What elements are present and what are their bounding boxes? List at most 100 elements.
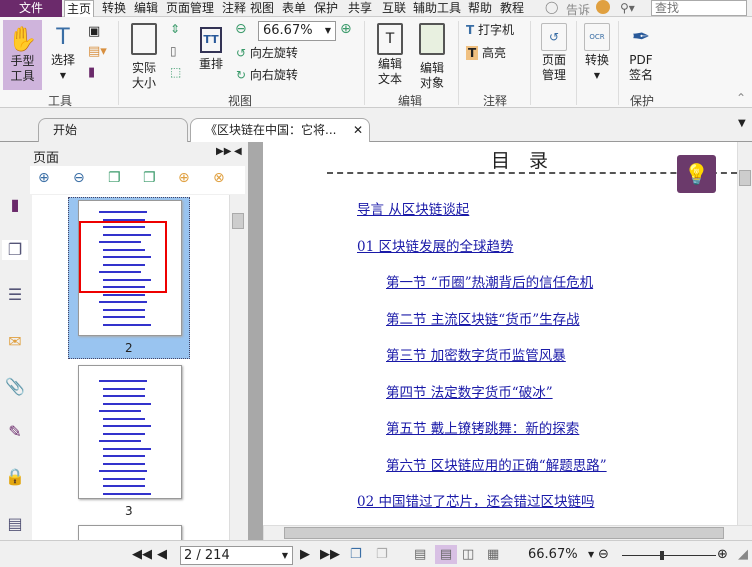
toc-link[interactable]: 01 区块链发展的全球趋势 xyxy=(357,235,513,255)
previous-view-icon[interactable]: ❐ xyxy=(350,545,362,564)
heart-icon[interactable] xyxy=(596,0,610,14)
zoom-in-icon[interactable]: ⊕ xyxy=(340,22,352,37)
bookmarks-icon[interactable]: ▮ xyxy=(5,195,25,215)
fields-icon[interactable]: ▤ xyxy=(5,514,25,534)
find-options-icon[interactable]: ⚲▾ xyxy=(620,1,635,15)
thumbnail-page-3[interactable] xyxy=(78,365,182,499)
document-horizontal-scrollbar[interactable] xyxy=(263,525,752,540)
fit-height-icon[interactable]: ⇕ xyxy=(170,22,180,37)
collapse-ribbon-icon[interactable]: ⌃ xyxy=(736,91,746,106)
thumbnail-text-line xyxy=(99,470,147,472)
zoom-out-icon[interactable]: ⊖ xyxy=(598,545,609,564)
toc-link[interactable]: 第二节 主流区块链“货币”生存战 xyxy=(386,308,580,328)
menu-item[interactable]: 主页 xyxy=(64,0,95,18)
reflow-button[interactable]: TT 重排 xyxy=(196,27,226,72)
rotate-right-button[interactable]: ↻ 向右旋转 xyxy=(236,68,298,83)
next-page-icon[interactable]: ▶ xyxy=(300,545,310,564)
tab-start[interactable]: 开始 xyxy=(38,118,188,142)
toc-link[interactable]: 导言 从区块链谈起 xyxy=(357,198,469,218)
menu-item[interactable]: 共享 xyxy=(346,0,374,17)
toc-link[interactable]: 02 中国错过了芯片，还会错过区块链吗 xyxy=(357,490,594,510)
toc-link[interactable]: 第一节 “币圈”热潮背后的信任危机 xyxy=(386,271,593,291)
convert-button[interactable]: OCR 转换 ▼ xyxy=(580,23,614,83)
layers-icon[interactable]: ☰ xyxy=(5,285,25,305)
security-lock-icon[interactable]: 🔒 xyxy=(5,467,25,487)
zoom-dropdown-icon[interactable]: ▼ xyxy=(588,545,594,564)
menu-item[interactable]: 互联 xyxy=(380,0,408,17)
menu-item[interactable]: 页面管理 xyxy=(164,0,216,17)
menu-item[interactable]: 转换 xyxy=(100,0,128,17)
zoom-level[interactable]: 66.67% xyxy=(528,545,578,564)
shrink-thumbnail-icon[interactable]: ⊖ xyxy=(73,170,85,186)
hand-tool-button[interactable]: ✋ 手型 工具 xyxy=(3,20,42,90)
toc-link[interactable]: 第五节 戴上镣铐跳舞：新的探索 xyxy=(386,417,579,437)
collapse-panel-icon[interactable]: ◀ xyxy=(234,146,242,157)
thumbnail-text-line xyxy=(103,447,151,450)
menu-item[interactable]: 保护 xyxy=(312,0,340,17)
single-page-icon[interactable]: ▤ xyxy=(414,545,426,564)
zoom-out-icon[interactable]: ⊖ xyxy=(235,22,247,37)
toc-link[interactable]: 第四节 法定数字货币“破冰” xyxy=(386,381,553,401)
replace-page-icon[interactable]: ❐ xyxy=(143,170,156,186)
expand-panel-icon[interactable]: ▶▶ xyxy=(216,146,231,157)
fit-page-icon[interactable]: ⬚ xyxy=(170,65,181,80)
rotate-left-button[interactable]: ↺ 向左旋转 xyxy=(236,46,298,61)
smart-tip-button[interactable]: 💡 xyxy=(677,155,716,193)
previous-page-icon[interactable]: ◀ xyxy=(157,545,167,564)
edit-text-button[interactable]: T 编辑 文本 xyxy=(372,23,408,87)
page-number-input[interactable]: 2 / 214 ▼ xyxy=(180,546,293,565)
toc-link[interactable]: 第六节 区块链应用的正确“解题思路” xyxy=(386,454,607,474)
typewriter-button[interactable]: T 打字机 xyxy=(466,23,514,38)
select-button[interactable]: T 选择 ▼ xyxy=(48,23,78,83)
tab-document[interactable]: 《区块链在中国：它将... ✕ xyxy=(190,118,370,143)
extract-page-icon[interactable]: ❐ xyxy=(108,170,121,186)
actual-size-button[interactable]: 实际 大小 xyxy=(126,23,162,91)
facing-page-icon[interactable]: ◫ xyxy=(462,545,474,564)
snapshot-icon[interactable]: ▣ xyxy=(88,24,100,39)
menu-item[interactable]: 教程 xyxy=(498,0,526,17)
zoom-in-icon[interactable]: ⊕ xyxy=(717,545,728,564)
close-tab-icon[interactable]: ✕ xyxy=(353,119,363,141)
thumbnail-text-line xyxy=(103,323,151,326)
search-input[interactable] xyxy=(651,0,747,16)
tell-me[interactable]: 告诉 xyxy=(566,1,590,18)
highlight-button[interactable]: T 高亮 xyxy=(466,46,506,61)
document-vertical-scrollbar[interactable] xyxy=(737,142,752,525)
tab-list-icon[interactable]: ▼ xyxy=(738,118,746,129)
zoom-slider[interactable] xyxy=(622,551,716,560)
bookmark-icon[interactable]: ▮ xyxy=(88,65,95,80)
menu-item[interactable]: 辅助工具 xyxy=(411,0,463,17)
fit-width-icon[interactable]: ▯ xyxy=(170,44,177,59)
continuous-facing-icon[interactable]: ▦ xyxy=(487,545,499,564)
comments-icon[interactable]: ✉ xyxy=(5,332,25,352)
menu-file[interactable]: 文件 xyxy=(0,0,62,17)
menu-item[interactable]: 注释 xyxy=(220,0,248,17)
pdf-sign-button[interactable]: ✒ PDF 签名 xyxy=(624,23,658,83)
toc-link[interactable]: 第三节 加密数字货币监管风暴 xyxy=(386,344,566,364)
menu-item[interactable]: 帮助 xyxy=(466,0,494,17)
lightbulb-icon[interactable]: ◯ xyxy=(545,0,558,14)
enlarge-thumbnail-icon[interactable]: ⊕ xyxy=(38,170,50,186)
clipboard-icon[interactable]: ▤▾ xyxy=(88,44,107,59)
next-view-icon[interactable]: ❐ xyxy=(376,545,388,564)
signatures-icon[interactable]: ✎ xyxy=(5,422,25,442)
thumbnail-text-line xyxy=(103,455,145,457)
last-page-icon[interactable]: ▶▶ xyxy=(320,545,340,564)
rotate-right-icon: ↻ xyxy=(236,68,247,82)
zoom-select[interactable]: 66.67% ▼ xyxy=(258,21,336,41)
delete-page-icon[interactable]: ⊗ xyxy=(213,170,225,186)
panel-splitter[interactable] xyxy=(248,142,263,540)
resize-grip-icon[interactable]: ◢ xyxy=(738,545,748,564)
thumbnail-scrollbar[interactable] xyxy=(229,195,246,540)
edit-object-button[interactable]: 编辑 对象 xyxy=(412,23,452,91)
zoom-slider-handle[interactable] xyxy=(659,551,664,560)
menu-item[interactable]: 表单 xyxy=(280,0,308,17)
insert-page-icon[interactable]: ⊕ xyxy=(178,170,190,186)
page-manage-button[interactable]: ↺ 页面 管理 xyxy=(536,23,572,83)
attachments-icon[interactable]: 📎 xyxy=(5,377,25,397)
first-page-icon[interactable]: ◀◀ xyxy=(132,545,152,564)
continuous-page-icon[interactable]: ▤ xyxy=(435,545,457,564)
pages-icon[interactable]: ❐ xyxy=(2,240,28,260)
menu-item[interactable]: 编辑 xyxy=(132,0,160,17)
menu-item[interactable]: 视图 xyxy=(248,0,276,17)
